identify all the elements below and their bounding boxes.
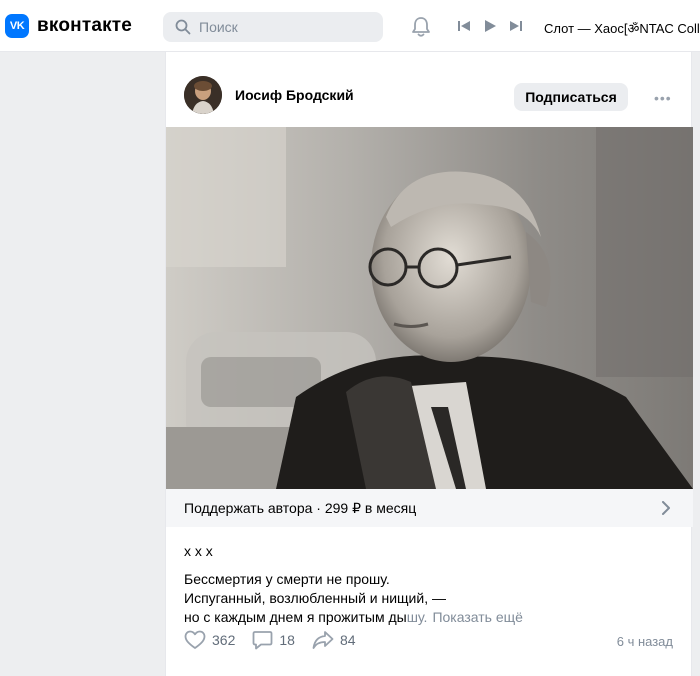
share-button[interactable]: 84	[312, 630, 356, 650]
next-track-icon[interactable]	[509, 19, 523, 38]
like-icon	[184, 630, 206, 649]
post-text-line-fade: шу.	[406, 609, 428, 625]
share-icon	[312, 631, 334, 649]
support-author-label: Поддержать автора · 299 ₽ в месяц	[184, 499, 417, 516]
subscribe-button[interactable]: Подписаться	[514, 83, 628, 111]
post-timestamp[interactable]: 6 ч назад	[617, 634, 673, 649]
post-text-line: но с каждым днем я прожитым дышу. Показат…	[184, 608, 523, 627]
post-text-line-main: но с каждым днем я прожитым ды	[184, 609, 407, 625]
author-name[interactable]: Иосиф Бродский	[235, 87, 354, 103]
support-author-link[interactable]: Поддержать автора · 299 ₽ в месяц	[166, 489, 693, 527]
post-text-title: х х х	[184, 543, 213, 559]
more-icon[interactable]: •••	[654, 90, 672, 106]
play-icon[interactable]	[483, 19, 497, 38]
like-button[interactable]: 362	[184, 630, 235, 650]
post-text-line: Испуганный, возлюбленный и нищий, —	[184, 590, 446, 606]
post-card: Иосиф Бродский Подписаться ••• Поддержат…	[165, 52, 693, 676]
now-playing-track[interactable]: Слот — Хаос[ॐNTAC Collection]	[544, 19, 700, 37]
share-count: 84	[339, 632, 356, 648]
show-more-link[interactable]: Показать ещё	[432, 609, 523, 625]
audio-player-controls	[457, 19, 535, 38]
comment-button[interactable]: 18	[252, 630, 295, 650]
prev-track-icon[interactable]	[457, 19, 471, 38]
post-author[interactable]: Иосиф Бродский	[184, 76, 354, 114]
post-photo-image	[166, 127, 693, 489]
vk-logo[interactable]: VK вконтакте	[5, 14, 132, 38]
search-icon	[175, 19, 191, 35]
chevron-right-icon	[662, 501, 670, 515]
vk-logo-text: вконтакте	[37, 15, 133, 36]
search-box[interactable]	[163, 12, 383, 42]
comment-count: 18	[279, 632, 295, 648]
avatar[interactable]	[184, 76, 222, 114]
post-actions: 362 18 84	[184, 630, 373, 650]
like-count: 362	[212, 632, 236, 648]
vk-logo-mark: VK	[5, 14, 29, 38]
notifications-button[interactable]	[411, 16, 431, 43]
post-text-line: Бессмертия у смерти не прошу.	[184, 571, 390, 587]
top-bar: VK вконтакте Слот — Хаос[ॐNTAC Collectio…	[0, 0, 700, 52]
bell-icon	[412, 17, 430, 37]
search-input[interactable]	[199, 19, 369, 35]
post-text: х х х Бессмертия у смерти не прошу. Испу…	[184, 542, 523, 627]
comment-icon	[252, 631, 273, 650]
post-photo[interactable]	[166, 127, 693, 489]
